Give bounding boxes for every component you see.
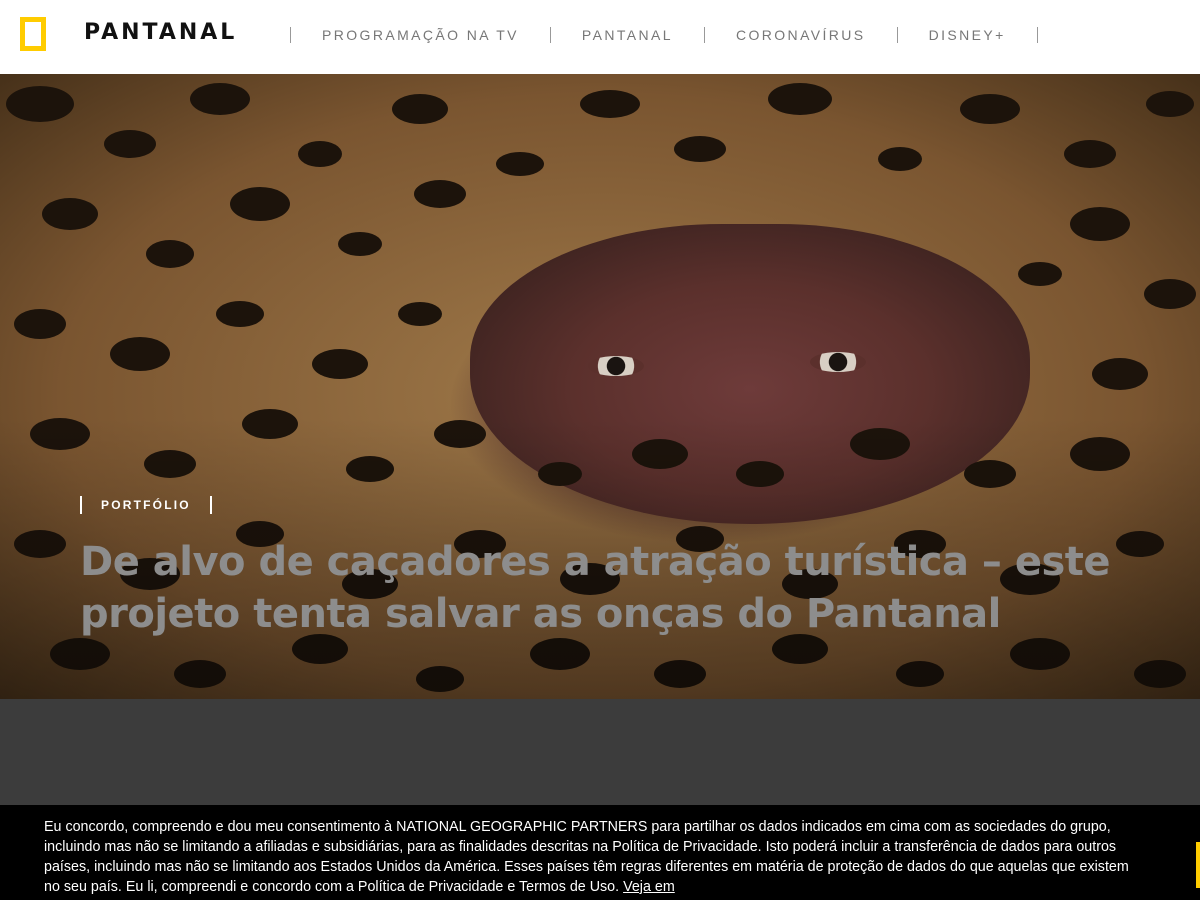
nat-geo-logo-icon[interactable] [20,17,46,51]
kicker-divider [209,496,212,514]
nav-item-pantanal[interactable]: PANTANAL [551,27,704,43]
article-headline: De alvo de caçadores a atração turística… [80,539,1111,637]
main-nav: PROGRAMAÇÃO NA TV PANTANAL CORONAVÍRUS D… [290,24,1038,46]
consent-banner: Eu concordo, compreendo e dou meu consen… [0,805,1200,900]
content-band [0,699,1200,805]
nav-divider [1036,27,1038,43]
site-title[interactable]: PANTANAL [84,20,237,45]
consent-text-block: Eu concordo, compreendo e dou meu consen… [44,817,1134,897]
nav-item-programacao[interactable]: PROGRAMAÇÃO NA TV [291,27,550,43]
consent-text: Eu concordo, compreendo e dou meu consen… [44,819,1129,895]
site-header: PANTANAL PROGRAMAÇÃO NA TV PANTANAL CORO… [0,0,1200,74]
section-kicker: PORTFÓLIO [80,496,212,514]
consent-accept-button-edge[interactable] [1196,842,1200,888]
hero-image[interactable]: PORTFÓLIO De alvo de caçadores a atração… [0,74,1200,699]
nav-item-coronavirus[interactable]: CORONAVÍRUS [705,27,897,43]
nav-item-disney[interactable]: DISNEY+ [898,27,1037,43]
consent-more-link[interactable]: Veja em [623,879,675,895]
kicker-label[interactable]: PORTFÓLIO [82,498,210,512]
